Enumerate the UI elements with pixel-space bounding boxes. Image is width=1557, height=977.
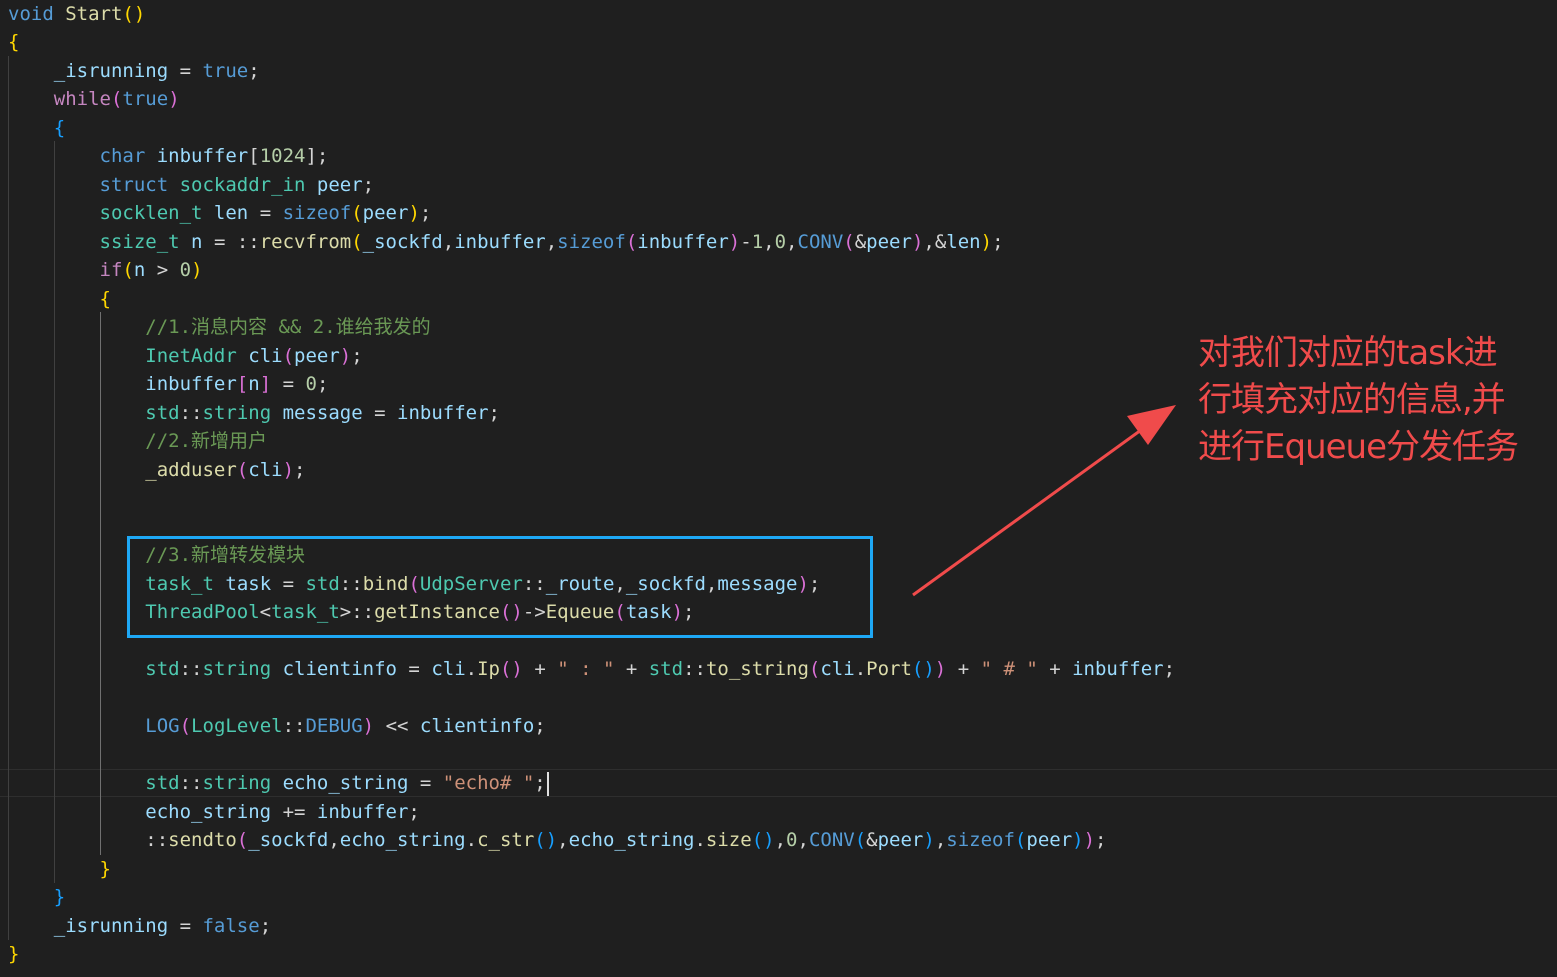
annotation-line: 对我们对应的task进 — [1198, 333, 1498, 373]
annotation-line: 行填充对应的信息,并 — [1198, 380, 1506, 420]
annotation-line: 进行Equeue分发任务 — [1198, 427, 1519, 467]
arrow-shaft — [912, 423, 1149, 597]
annotation-arrow — [912, 405, 1176, 597]
annotation-text: 对我们对应的task进 行填充对应的信息,并 进行Equeue分发任务 — [1198, 330, 1554, 471]
arrow-head-icon — [1127, 405, 1176, 445]
